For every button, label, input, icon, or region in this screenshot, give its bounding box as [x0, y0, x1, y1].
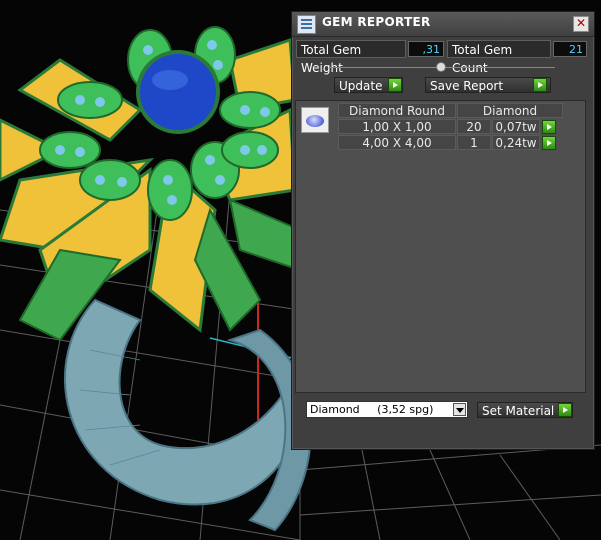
close-button[interactable]: ✕	[573, 16, 589, 32]
set-material-button-label: Set Material	[482, 404, 555, 418]
set-material-go-icon[interactable]	[558, 403, 572, 417]
row-go-icon[interactable]	[542, 120, 556, 134]
gem-count: 1	[457, 135, 491, 150]
total-gem-weight-value: ,31	[408, 41, 444, 57]
gem-count: 20	[457, 119, 491, 134]
row-go-icon[interactable]	[542, 136, 556, 150]
shape-header: Diamond Round	[338, 103, 456, 118]
material-header: Diamond	[457, 103, 563, 118]
total-gem-count-value: 21	[553, 41, 587, 57]
save-report-button-label: Save Report	[430, 79, 504, 93]
total-gem-count-label: Total Gem Count	[447, 40, 551, 75]
update-go-icon[interactable]	[388, 78, 402, 92]
diamond-round-thumbnail-icon[interactable]	[301, 107, 329, 133]
divider-handle[interactable]	[436, 62, 446, 72]
gem-weight: 0,07tw	[492, 119, 540, 134]
gem-weight: 0,24tw	[492, 135, 540, 150]
chevron-down-icon[interactable]	[453, 403, 466, 416]
report-icon	[297, 15, 316, 34]
material-select-value: Diamond (3,52 spg)	[310, 403, 434, 416]
gem-reporter-panel: GEM REPORTER ✕ Total Gem Weight ,31 Tota…	[291, 11, 595, 450]
title-bar[interactable]: GEM REPORTER ✕	[292, 12, 594, 37]
window-title: GEM REPORTER	[322, 15, 431, 29]
center-gem	[136, 50, 220, 134]
total-gem-weight-label: Total Gem Weight	[296, 40, 406, 75]
gem-size: 1,00 X 1,00	[338, 119, 456, 134]
update-button-label: Update	[339, 79, 383, 93]
material-select[interactable]: Diamond (3,52 spg)	[306, 401, 468, 418]
gem-size: 4,00 X 4,00	[338, 135, 456, 150]
save-report-go-icon[interactable]	[533, 78, 547, 92]
